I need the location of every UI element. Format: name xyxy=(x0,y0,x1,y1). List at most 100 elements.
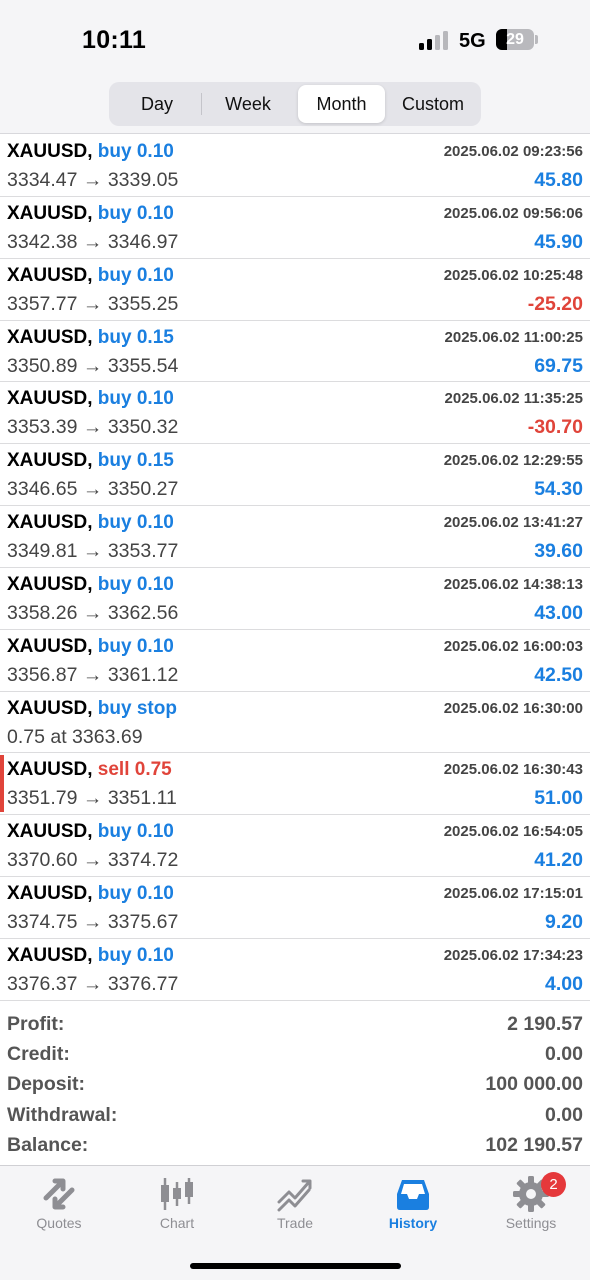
summary-row-withdrawal: Withdrawal: 0.00 xyxy=(0,1100,590,1130)
trade-profit: 69.75 xyxy=(534,354,583,377)
tab-week[interactable]: Week xyxy=(203,85,293,123)
trade-time: 2025.06.02 16:00:03 xyxy=(443,637,583,655)
trade-side: buy 0.10 xyxy=(97,635,174,657)
trade-profit: 39.60 xyxy=(534,540,583,563)
trade-row[interactable]: XAUUSD, buy 0.10 2025.06.02 17:15:01 3374.… xyxy=(0,877,590,939)
trade-row[interactable]: XAUUSD, sell 0.75 2025.06.02 16:30:43 3351… xyxy=(0,753,590,816)
inbox-tray-icon xyxy=(397,1180,429,1210)
trade-symbol: XAUUSD, buy 0.10 xyxy=(7,388,174,410)
tab-settings[interactable]: 2 Settings xyxy=(472,1166,590,1246)
trade-prices: 0.75 at 3363.69 xyxy=(7,725,143,748)
trade-prices: 3351.79 → 3351.11 xyxy=(7,787,177,810)
trade-symbol: XAUUSD, buy 0.10 xyxy=(7,574,174,596)
summary-row-profit: Profit: 2 190.57 xyxy=(0,1009,590,1039)
battery-level: 29 xyxy=(506,31,524,48)
trade-symbol: XAUUSD, buy 0.10 xyxy=(7,636,174,658)
trade-time: 2025.06.02 09:23:56 xyxy=(443,143,583,160)
trade-row[interactable]: XAUUSD, buy 0.10 2025.06.02 13:41:27 3349.… xyxy=(0,506,590,568)
symbol-label: XAUUSD, xyxy=(7,821,93,843)
tab-day[interactable]: Day xyxy=(113,85,201,123)
tab-quotes[interactable]: Quotes xyxy=(0,1166,118,1246)
trade-time: 2025.06.02 17:15:01 xyxy=(443,885,583,903)
trade-side: buy 0.10 xyxy=(97,264,174,286)
trade-prices: 3349.81 → 3353.77 xyxy=(7,540,179,563)
trade-prices: 3346.65 → 3350.27 xyxy=(7,478,179,501)
trade-prices: 3358.26 → 3362.56 xyxy=(7,601,179,624)
battery-cap xyxy=(535,35,538,44)
symbol-label: XAUUSD, xyxy=(7,883,93,905)
trade-prices: 3376.37 → 3376.77 xyxy=(7,972,179,995)
symbol-label: XAUUSD, xyxy=(7,573,93,595)
battery-icon: 29 xyxy=(496,29,534,50)
symbol-label: XAUUSD, xyxy=(7,264,93,286)
trade-profit: 54.30 xyxy=(534,478,583,501)
trade-row[interactable]: XAUUSD, buy 0.10 2025.06.02 09:23:56 3334.… xyxy=(0,135,590,197)
trade-prices: 3334.47 → 3339.05 xyxy=(7,169,179,191)
trade-row[interactable]: XAUUSD, buy 0.15 2025.06.02 11:00:25 3350.… xyxy=(0,321,590,383)
trade-prices: 3357.77 → 3355.25 xyxy=(7,292,179,315)
trade-profit: -25.20 xyxy=(527,292,583,315)
trade-row[interactable]: XAUUSD, buy stop 2025.06.02 16:30:00 0.75 … xyxy=(0,692,590,754)
trade-row[interactable]: XAUUSD, buy 0.10 2025.06.02 16:54:05 3370.… xyxy=(0,815,590,878)
trade-side: buy 0.15 xyxy=(97,326,174,348)
symbol-label: XAUUSD, xyxy=(7,512,93,534)
trade-side: buy 0.10 xyxy=(97,512,174,534)
trade-side: buy 0.10 xyxy=(97,573,174,595)
trade-profit: 42.50 xyxy=(534,663,583,686)
cellular-signal-icon xyxy=(419,30,449,50)
segment-divider xyxy=(201,93,202,115)
account-summary: Profit: 2 190.57 Credit: 0.00 Deposit: 1… xyxy=(0,1009,590,1160)
trade-row[interactable]: XAUUSD, buy 0.10 2025.06.02 16:00:03 3356.… xyxy=(0,630,590,692)
tab-month[interactable]: Month xyxy=(298,85,385,123)
trade-time: 2025.06.02 10:25:48 xyxy=(443,266,583,284)
period-selector: Day Week Month Custom xyxy=(109,82,481,126)
summary-row-credit: Credit: 0.00 xyxy=(0,1039,590,1069)
trade-time: 2025.06.02 13:41:27 xyxy=(443,514,583,532)
trade-row[interactable]: XAUUSD, buy 0.10 2025.06.02 14:38:13 3358.… xyxy=(0,568,590,630)
trade-profit: 45.90 xyxy=(534,230,583,253)
symbol-label: XAUUSD, xyxy=(7,202,93,224)
trade-row[interactable]: XAUUSD, buy 0.10 2025.06.02 17:34:23 3376.… xyxy=(0,939,590,1001)
deposit-label: Deposit: xyxy=(7,1073,85,1096)
trade-time: 2025.06.02 11:35:25 xyxy=(444,390,583,408)
trade-side: buy 0.10 xyxy=(97,202,174,224)
candlestick-icon xyxy=(161,1178,193,1210)
trade-profit: 45.80 xyxy=(534,169,583,191)
trade-symbol: XAUUSD, buy 0.15 xyxy=(7,450,174,472)
trade-symbol: XAUUSD, buy 0.10 xyxy=(7,821,174,843)
tab-chart[interactable]: Chart xyxy=(118,1166,236,1246)
tab-history[interactable]: History xyxy=(354,1166,472,1246)
trade-profit: 41.20 xyxy=(534,849,583,872)
tab-custom[interactable]: Custom xyxy=(389,85,477,123)
balance-value: 102 190.57 xyxy=(485,1133,583,1156)
tab-trade[interactable]: Trade xyxy=(236,1166,354,1246)
symbol-label: XAUUSD, xyxy=(7,759,93,781)
trade-profit: 9.20 xyxy=(545,911,583,934)
trade-side: sell 0.75 xyxy=(97,759,172,781)
trade-symbol: XAUUSD, buy stop xyxy=(7,698,177,720)
trade-row[interactable]: XAUUSD, buy 0.10 2025.06.02 09:56:06 3342.… xyxy=(0,197,590,259)
trade-side: buy 0.10 xyxy=(97,388,174,410)
trade-side: buy 0.10 xyxy=(97,883,174,905)
profit-label: Profit: xyxy=(7,1013,65,1035)
trade-row[interactable]: XAUUSD, buy 0.10 2025.06.02 10:25:48 3357.… xyxy=(0,259,590,321)
deposit-value: 100 000.00 xyxy=(485,1073,583,1096)
summary-row-deposit: Deposit: 100 000.00 xyxy=(0,1069,590,1099)
credit-label: Credit: xyxy=(7,1043,70,1066)
trade-symbol: XAUUSD, buy 0.10 xyxy=(7,203,174,225)
tab-history-label: History xyxy=(388,1215,438,1231)
trade-prices: 3353.39 → 3350.32 xyxy=(7,416,179,439)
tab-bar: Quotes Chart Trade History 2 Settings xyxy=(0,1165,590,1280)
symbol-label: XAUUSD, xyxy=(7,450,93,472)
symbol-label: XAUUSD, xyxy=(7,326,93,348)
network-label: 5G xyxy=(459,30,486,52)
trade-row[interactable]: XAUUSD, buy 0.10 2025.06.02 11:35:25 3353.… xyxy=(0,382,590,445)
trade-row[interactable]: XAUUSD, buy 0.15 2025.06.02 12:29:55 3346.… xyxy=(0,444,590,507)
balance-label: Balance: xyxy=(7,1133,89,1156)
trade-symbol: XAUUSD, buy 0.10 xyxy=(7,945,174,967)
home-indicator xyxy=(190,1263,401,1269)
header: 10:11 5G 29 Day Week Month Custom xyxy=(0,0,590,134)
trade-prices: 3350.89 → 3355.54 xyxy=(7,354,179,377)
trade-time: 2025.06.02 16:30:00 xyxy=(443,699,583,717)
trade-symbol: XAUUSD, buy 0.10 xyxy=(7,883,174,905)
